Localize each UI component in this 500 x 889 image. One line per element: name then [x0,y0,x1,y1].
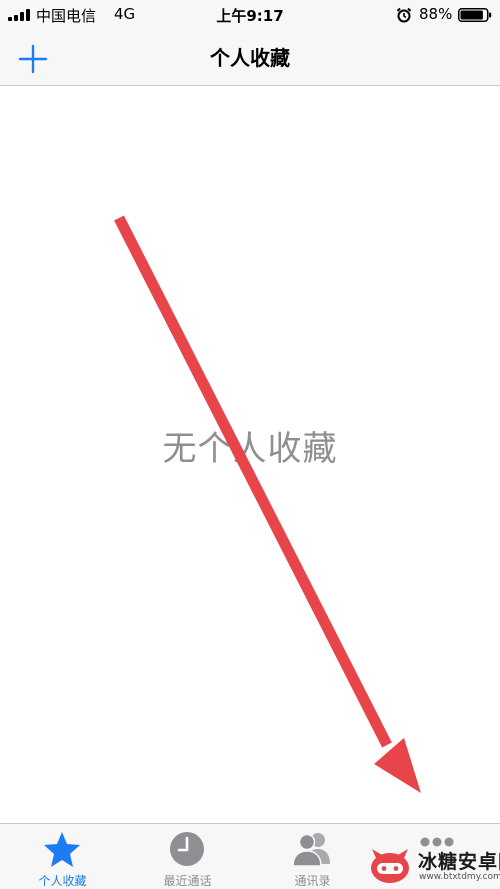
contacts-icon [292,833,330,867]
page-title: 个人收藏 [210,46,290,70]
navigation-bar: 个人收藏 [0,30,500,86]
alarm-clock-icon [396,7,412,23]
star-icon [44,832,80,867]
empty-state-message: 无个人收藏 [162,429,338,469]
tab-favorites[interactable]: 个人收藏 [0,824,125,889]
battery-fill [460,10,483,20]
watermark-url: www.btxtdmy.com [419,872,500,882]
clock-icon [170,832,204,866]
tab-label: 最近通话 [163,874,212,888]
tab-label: 通讯录 [294,874,331,888]
favorites-list[interactable]: 无个人收藏 [0,86,500,823]
watermark-name: 冰糖安卓网 [418,851,500,873]
battery-icon [458,8,492,22]
phone-screen: 中国电信 4G 上午9:17 88% 个人收藏 无个人收藏 个人收藏 最近通话 … [0,0,500,889]
status-bar: 中国电信 4G 上午9:17 88% [0,0,500,30]
watermark-logo-icon [371,849,409,883]
watermark: 冰糖安卓网 www.btxtdmy.com [368,846,500,886]
tab-recents[interactable]: 最近通话 [125,824,250,889]
tab-label: 个人收藏 [38,874,87,888]
battery-percentage: 88% [419,5,453,23]
tab-contacts[interactable]: 通讯录 [250,824,375,889]
